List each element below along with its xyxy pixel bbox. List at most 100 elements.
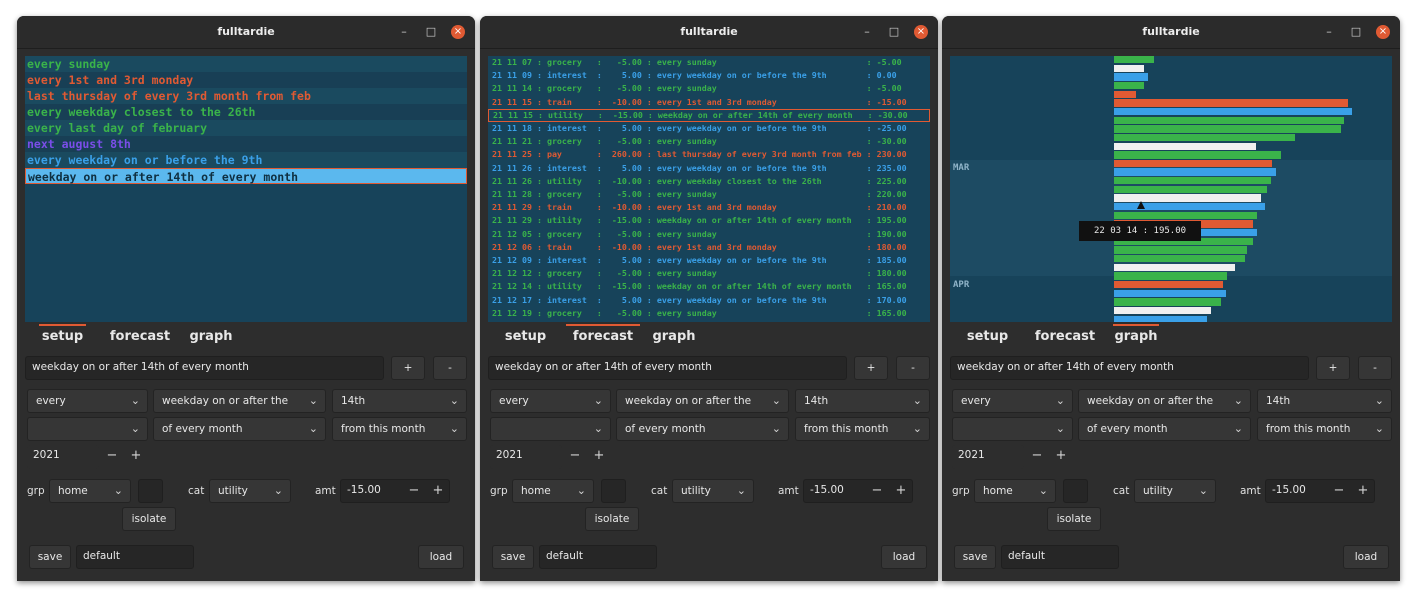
rule-item[interactable]: next august 8th <box>25 136 467 152</box>
grp-color-swatch[interactable] <box>138 479 163 503</box>
filename-input[interactable]: default <box>1001 545 1119 569</box>
year-increment-button[interactable]: + <box>1053 445 1069 467</box>
minimize-icon[interactable]: – <box>1322 25 1336 39</box>
forecast-row[interactable]: 21 12 17 : interest : 5.00 : every weekd… <box>488 294 930 307</box>
rule-combo[interactable]: 14th ⌄ <box>795 389 930 413</box>
forecast-row[interactable]: 21 11 29 : utility : -15.00 : weekday on… <box>488 214 930 227</box>
forecast-row[interactable]: 21 12 05 : grocery : -5.00 : every sunda… <box>488 228 930 241</box>
rule-text-input[interactable]: weekday on or after 14th of every month <box>488 356 847 380</box>
minimize-icon[interactable]: – <box>860 25 874 39</box>
rule-item[interactable]: every last day of february <box>25 120 467 136</box>
amount-decrement-button[interactable]: − <box>869 480 885 502</box>
rule-item[interactable]: every 1st and 3rd monday <box>25 72 467 88</box>
rule-combo[interactable]: from this month ⌄ <box>1257 417 1392 441</box>
forecast-row[interactable]: 21 12 09 : interest : 5.00 : every weekd… <box>488 254 930 267</box>
rule-item[interactable]: weekday on or after 14th of every month <box>25 168 467 184</box>
isolate-button[interactable]: isolate <box>1047 507 1101 531</box>
year-increment-button[interactable]: + <box>591 445 607 467</box>
forecast-row[interactable]: 21 12 12 : grocery : -5.00 : every sunda… <box>488 267 930 280</box>
forecast-row[interactable]: 21 11 18 : interest : 5.00 : every weekd… <box>488 122 930 135</box>
remove-rule-button[interactable]: - <box>896 356 930 380</box>
grp-color-swatch[interactable] <box>1063 479 1088 503</box>
maximize-icon[interactable]: □ <box>424 25 438 39</box>
add-rule-button[interactable]: + <box>854 356 888 380</box>
remove-rule-button[interactable]: - <box>1358 356 1392 380</box>
save-button[interactable]: save <box>29 545 71 569</box>
forecast-row[interactable]: 21 12 06 : train : -10.00 : every 1st an… <box>488 241 930 254</box>
year-input[interactable]: 2021 <box>952 445 1024 469</box>
rule-item[interactable]: every weekday on or before the 9th <box>25 152 467 168</box>
remove-rule-button[interactable]: - <box>433 356 467 380</box>
rule-combo[interactable]: from this month ⌄ <box>795 417 930 441</box>
load-button[interactable]: load <box>881 545 927 569</box>
cat-combo[interactable]: utility ⌄ <box>672 479 754 503</box>
forecast-row[interactable]: 21 12 14 : utility : -15.00 : weekday on… <box>488 280 930 293</box>
amount-increment-button[interactable]: + <box>430 480 446 502</box>
tab-graph[interactable]: graph <box>651 328 697 348</box>
filename-input[interactable]: default <box>76 545 194 569</box>
tab-setup[interactable]: setup <box>39 324 86 348</box>
amount-increment-button[interactable]: + <box>1355 480 1371 502</box>
rule-combo[interactable]: of every month ⌄ <box>1078 417 1251 441</box>
forecast-row[interactable]: 21 12 19 : grocery : -5.00 : every sunda… <box>488 307 930 320</box>
rule-combo[interactable]: weekday on or after the ⌄ <box>1078 389 1251 413</box>
grp-combo[interactable]: home ⌄ <box>512 479 594 503</box>
grp-combo[interactable]: home ⌄ <box>974 479 1056 503</box>
tab-graph[interactable]: graph <box>188 328 234 348</box>
rule-combo[interactable]: ⌄ <box>27 417 148 441</box>
tab-forecast[interactable]: forecast <box>566 324 640 348</box>
isolate-button[interactable]: isolate <box>585 507 639 531</box>
rule-item[interactable]: every sunday <box>25 56 467 72</box>
forecast-row[interactable]: 21 11 15 : train : -10.00 : every 1st an… <box>488 96 930 109</box>
tab-graph[interactable]: graph <box>1113 324 1159 348</box>
maximize-icon[interactable]: □ <box>887 25 901 39</box>
add-rule-button[interactable]: + <box>391 356 425 380</box>
save-button[interactable]: save <box>954 545 996 569</box>
forecast-row[interactable]: 21 11 14 : grocery : -5.00 : every sunda… <box>488 82 930 95</box>
forecast-row[interactable]: 21 11 07 : grocery : -5.00 : every sunda… <box>488 56 930 69</box>
rule-combo[interactable]: ⌄ <box>490 417 611 441</box>
rule-combo[interactable]: 14th ⌄ <box>1257 389 1392 413</box>
rule-combo[interactable]: weekday on or after the ⌄ <box>153 389 326 413</box>
year-input[interactable]: 2021 <box>490 445 562 469</box>
rule-combo[interactable]: from this month ⌄ <box>332 417 467 441</box>
isolate-button[interactable]: isolate <box>122 507 176 531</box>
load-button[interactable]: load <box>1343 545 1389 569</box>
rule-item[interactable]: every weekday closest to the 26th <box>25 104 467 120</box>
rule-combo[interactable]: ⌄ <box>952 417 1073 441</box>
add-rule-button[interactable]: + <box>1316 356 1350 380</box>
rule-combo[interactable]: 14th ⌄ <box>332 389 467 413</box>
balance-graph[interactable]: MAR APR 22 03 14 : 195.00 <box>950 56 1392 322</box>
year-increment-button[interactable]: + <box>128 445 144 467</box>
forecast-row[interactable]: 21 11 09 : interest : 5.00 : every weekd… <box>488 69 930 82</box>
close-icon[interactable]: × <box>914 25 928 39</box>
cat-combo[interactable]: utility ⌄ <box>1134 479 1216 503</box>
year-input[interactable]: 2021 <box>27 445 99 469</box>
maximize-icon[interactable]: □ <box>1349 25 1363 39</box>
rule-text-input[interactable]: weekday on or after 14th of every month <box>950 356 1309 380</box>
rule-combo[interactable]: every ⌄ <box>952 389 1073 413</box>
tab-setup[interactable]: setup <box>502 328 549 348</box>
forecast-list[interactable]: 21 11 07 : grocery : -5.00 : every sunda… <box>488 56 930 322</box>
forecast-row[interactable]: 21 11 26 : utility : -10.00 : every week… <box>488 175 930 188</box>
close-icon[interactable]: × <box>1376 25 1390 39</box>
forecast-row[interactable]: 21 11 28 : grocery : -5.00 : every sunda… <box>488 188 930 201</box>
forecast-row[interactable]: 21 11 29 : train : -10.00 : every 1st an… <box>488 201 930 214</box>
forecast-row[interactable]: 21 11 26 : interest : 5.00 : every weekd… <box>488 162 930 175</box>
year-decrement-button[interactable]: − <box>1029 445 1045 467</box>
tab-forecast[interactable]: forecast <box>103 328 177 348</box>
forecast-row[interactable]: 21 11 21 : grocery : -5.00 : every sunda… <box>488 135 930 148</box>
grp-combo[interactable]: home ⌄ <box>49 479 131 503</box>
rule-combo[interactable]: every ⌄ <box>27 389 148 413</box>
grp-color-swatch[interactable] <box>601 479 626 503</box>
year-decrement-button[interactable]: − <box>104 445 120 467</box>
forecast-row[interactable]: 21 11 25 : pay : 260.00 : last thursday … <box>488 148 930 161</box>
rule-combo[interactable]: of every month ⌄ <box>616 417 789 441</box>
filename-input[interactable]: default <box>539 545 657 569</box>
rule-item[interactable]: last thursday of every 3rd month from fe… <box>25 88 467 104</box>
minimize-icon[interactable]: – <box>397 25 411 39</box>
rules-list[interactable]: every sunday every 1st and 3rd monday last… <box>25 56 467 322</box>
amount-decrement-button[interactable]: − <box>1331 480 1347 502</box>
amount-decrement-button[interactable]: − <box>406 480 422 502</box>
tab-forecast[interactable]: forecast <box>1028 328 1102 348</box>
